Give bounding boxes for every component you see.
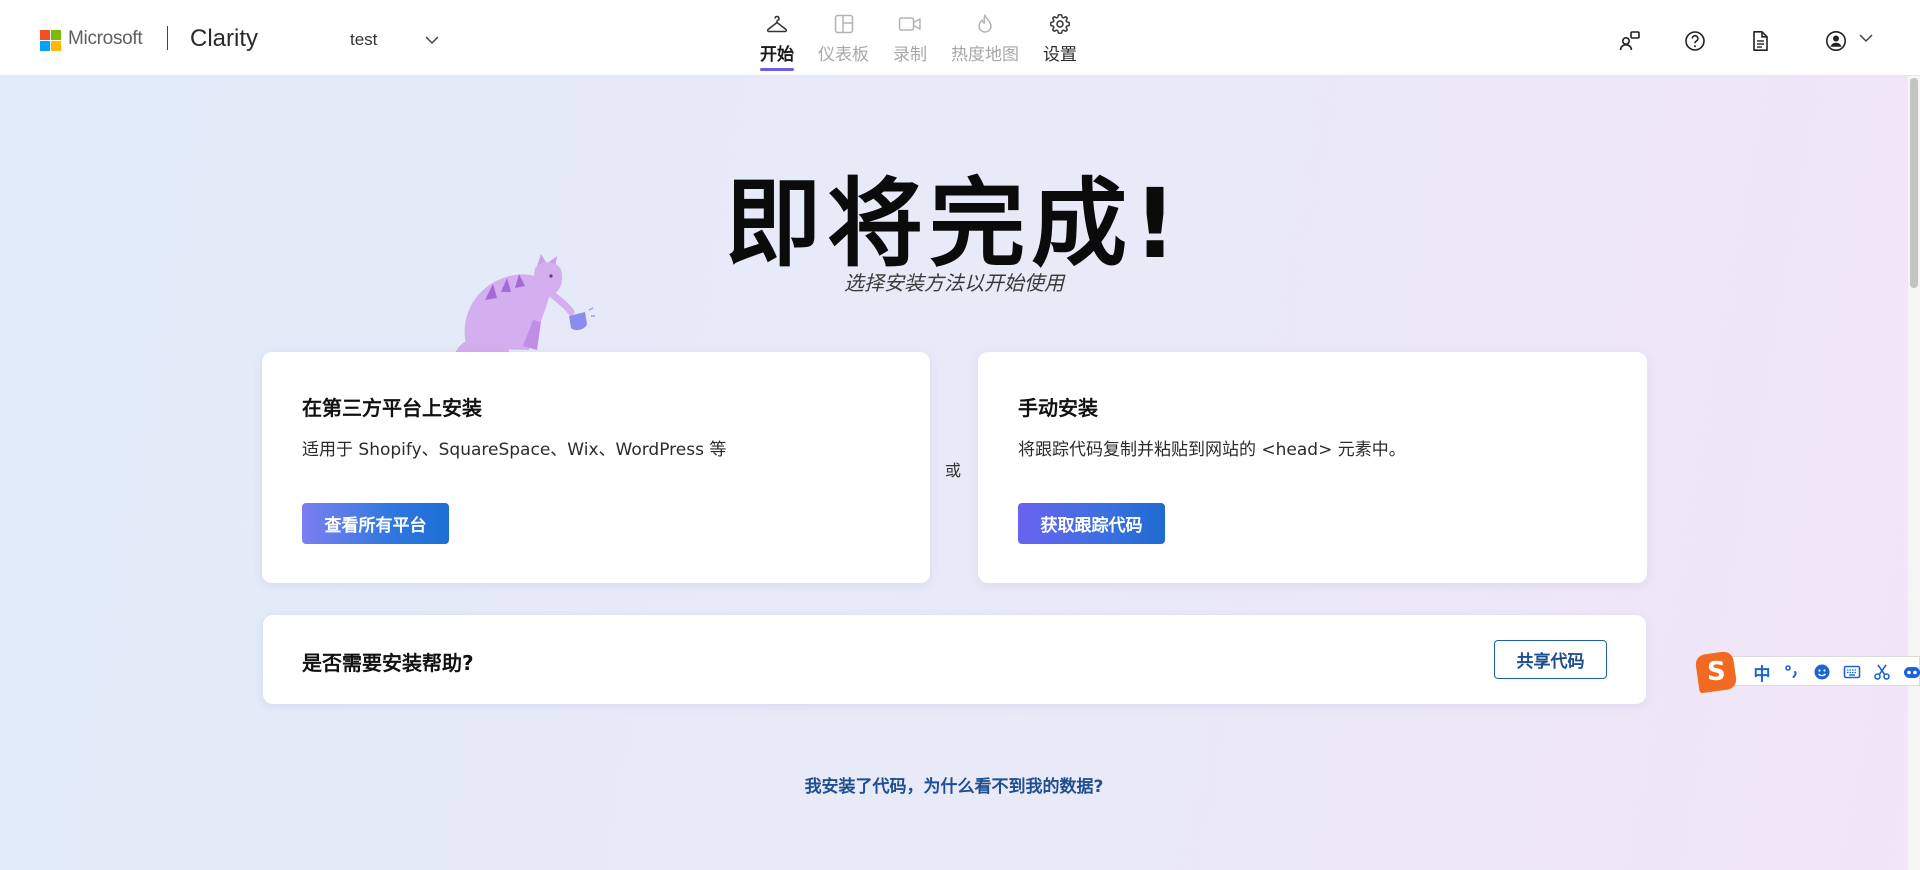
- nav-tab-recordings[interactable]: 录制: [893, 10, 927, 70]
- account-icon: [1826, 31, 1846, 51]
- ime-mode-toggle[interactable]: 中: [1747, 660, 1777, 685]
- chevron-down-icon: [425, 36, 439, 45]
- nav-tab-label: 开始: [760, 45, 794, 65]
- brand-product[interactable]: Clarity: [190, 25, 258, 53]
- page-title: 即将完成!: [725, 168, 1183, 280]
- account-menu[interactable]: [1823, 28, 1849, 54]
- ime-items: 中: [1747, 660, 1920, 685]
- platform-install-description: 适用于 Shopify、SquareSpace、Wix、WordPress 等: [302, 440, 727, 460]
- nav-tab-start[interactable]: 开始: [760, 10, 794, 71]
- manual-install-title: 手动安装: [1018, 396, 1098, 420]
- page-scrollbar[interactable]: [1908, 76, 1920, 870]
- install-help-title: 是否需要安装帮助?: [302, 651, 474, 675]
- help-icon: [1685, 31, 1705, 51]
- gear-icon: [1050, 14, 1070, 34]
- video-camera-icon: [898, 17, 921, 31]
- ime-keyboard-button[interactable]: [1837, 660, 1867, 684]
- hanger-icon: [766, 15, 788, 33]
- scissors-icon: [1874, 664, 1890, 680]
- install-help-card: 是否需要安装帮助? 共享代码: [263, 615, 1646, 704]
- manual-install-description: 将跟踪代码复制并粘贴到网站的 <head> 元素中。: [1018, 440, 1406, 460]
- sogou-logo-icon[interactable]: S: [1694, 650, 1738, 694]
- platform-install-title: 在第三方平台上安装: [302, 396, 482, 420]
- docs-button[interactable]: [1747, 28, 1773, 54]
- people-share-button[interactable]: [1617, 28, 1643, 54]
- project-name: test: [350, 30, 378, 49]
- scrollbar-thumb[interactable]: [1910, 78, 1918, 288]
- dashboard-icon: [834, 14, 853, 34]
- help-button[interactable]: [1682, 28, 1708, 54]
- nav-tab-settings[interactable]: 设置: [1043, 10, 1077, 70]
- ime-screenshot-button[interactable]: [1867, 660, 1897, 684]
- platform-install-card: 在第三方平台上安装 适用于 Shopify、SquareSpace、Wix、Wo…: [262, 352, 930, 583]
- emoji-icon: [1814, 664, 1830, 680]
- people-share-icon: [1619, 31, 1640, 51]
- manual-install-card: 手动安装 将跟踪代码复制并粘贴到网站的 <head> 元素中。 获取跟踪代码: [978, 352, 1647, 583]
- project-selector[interactable]: test: [350, 26, 450, 54]
- or-divider-label: 或: [945, 461, 962, 480]
- flame-icon: [978, 14, 992, 33]
- brand-company: Microsoft: [68, 28, 143, 49]
- nav-tab-label: 录制: [893, 45, 927, 65]
- nav-tab-label: 热度地图: [951, 45, 1019, 65]
- chevron-down-icon[interactable]: [1858, 30, 1874, 46]
- microsoft-logo-icon: [40, 30, 62, 52]
- get-tracking-code-button[interactable]: 获取跟踪代码: [1018, 503, 1165, 544]
- ime-mode-label: 中: [1753, 664, 1771, 685]
- robot-icon: [1904, 667, 1920, 678]
- nav-tab-heatmaps[interactable]: 热度地图: [951, 10, 1019, 70]
- punctuation-icon: [1785, 665, 1797, 678]
- nav-tab-dashboard[interactable]: 仪表板: [818, 10, 869, 70]
- share-code-button[interactable]: 共享代码: [1494, 640, 1607, 679]
- ime-punctuation-button[interactable]: [1777, 660, 1807, 684]
- ime-assistant-button[interactable]: [1897, 660, 1920, 684]
- nav-tab-label: 设置: [1043, 45, 1077, 65]
- ime-toolbar[interactable]: S 中: [1694, 650, 1920, 694]
- main-nav: 开始 仪表板 录制 热度地图 设置: [760, 10, 1101, 71]
- page-subtitle: 选择安装方法以开始使用: [844, 271, 1064, 295]
- nav-tab-label: 仪表板: [818, 45, 869, 65]
- ime-emoji-button[interactable]: [1807, 660, 1837, 684]
- top-bar: Microsoft Clarity test 开始 仪表板 录制 热度地图 设置: [0, 0, 1920, 76]
- brand-divider: [167, 26, 168, 50]
- document-icon: [1753, 31, 1768, 51]
- view-all-platforms-button[interactable]: 查看所有平台: [302, 503, 449, 544]
- keyboard-icon: [1843, 665, 1861, 679]
- data-not-showing-link[interactable]: 我安装了代码，为什么看不到我的数据?: [0, 772, 1908, 797]
